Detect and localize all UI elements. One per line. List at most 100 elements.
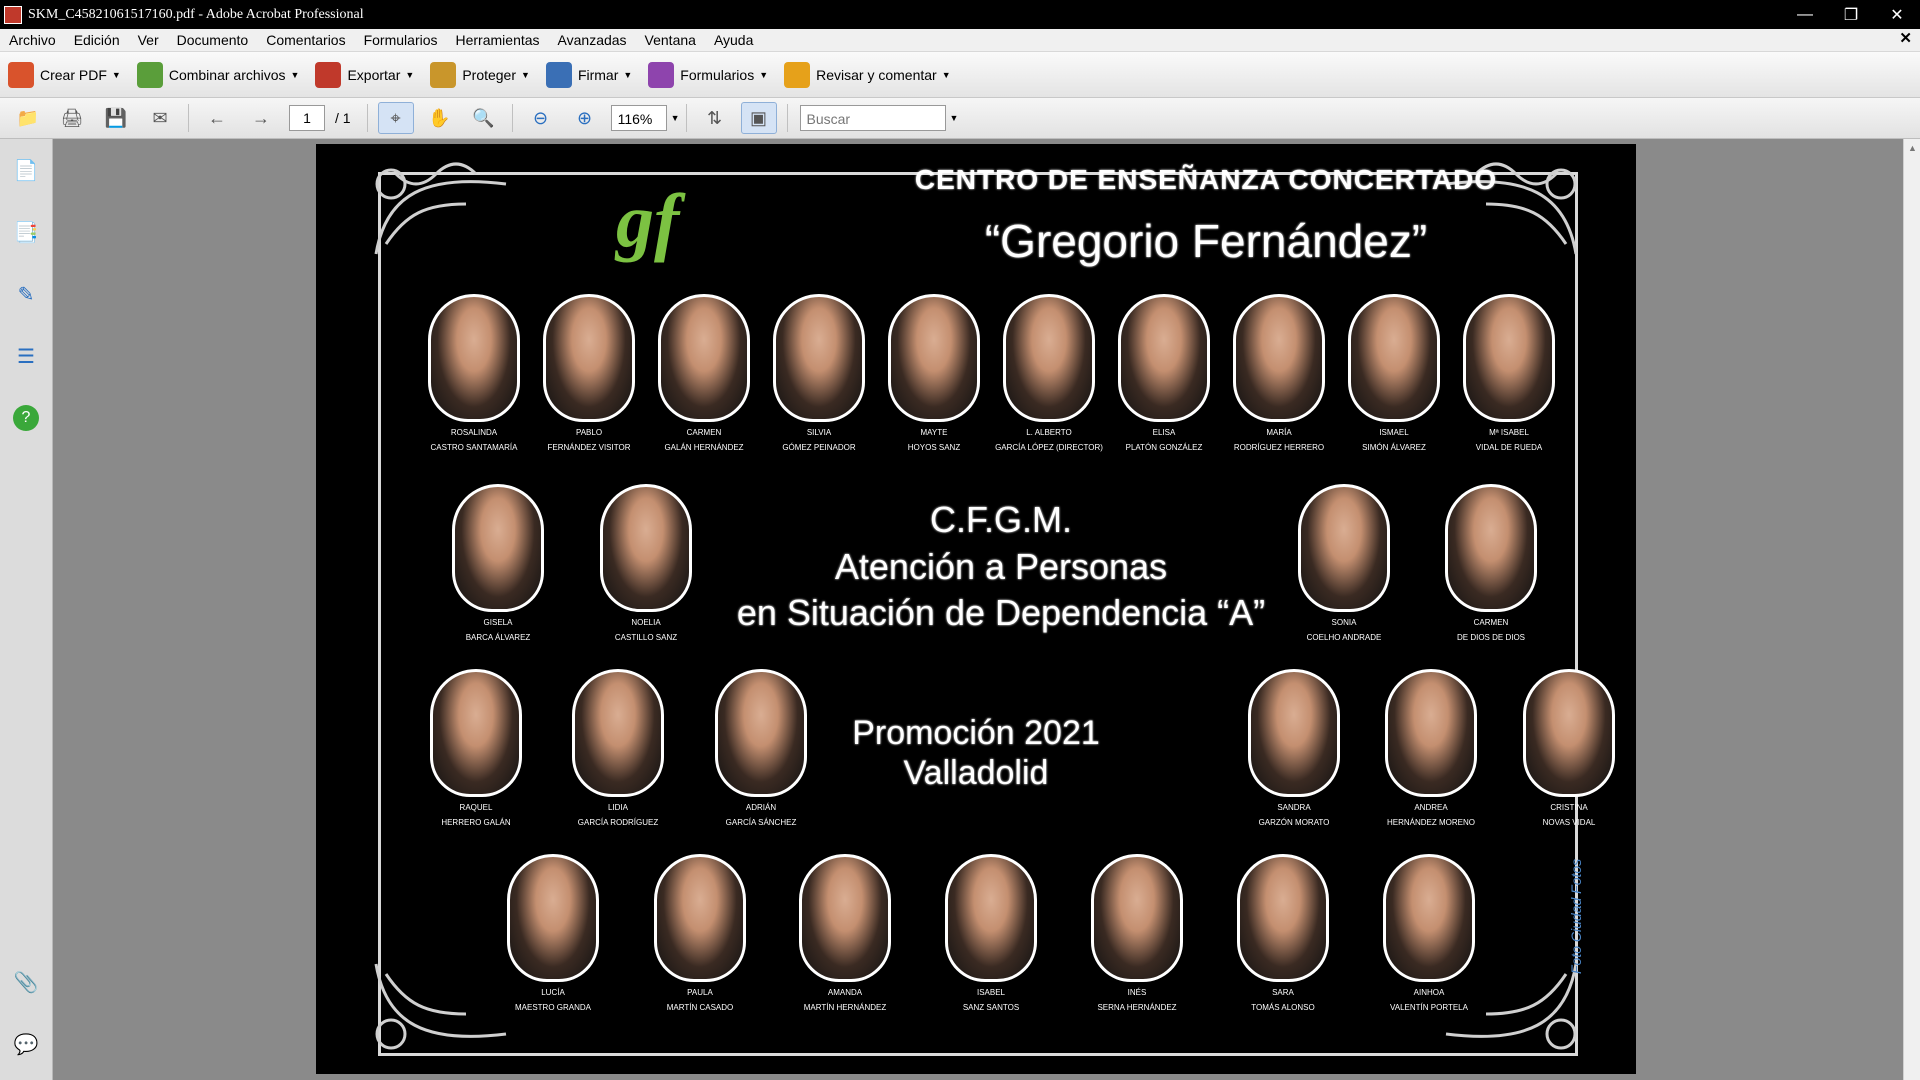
search-input[interactable]: Buscar — [799, 105, 946, 131]
bookmarks-panel-icon[interactable]: 📑 — [13, 219, 39, 245]
protect-label: Proteger — [462, 66, 517, 83]
portrait-first-name: Lucía — [541, 988, 565, 997]
portrait-last-name: HOYOS SANZ — [907, 443, 961, 452]
model-tree-icon[interactable]: ☰ — [13, 343, 39, 369]
portrait-photo — [572, 669, 664, 797]
minimize-button[interactable]: — — [1782, 0, 1828, 29]
create-pdf-button[interactable]: Crear PDF ▼ — [0, 55, 129, 95]
forms-label: Formularios — [680, 66, 755, 83]
pages-panel-icon[interactable]: 📄 — [13, 157, 39, 183]
school-name: “Gregorio Fernández” — [984, 215, 1428, 267]
page-number-input[interactable]: 1 — [289, 105, 325, 131]
sign-button[interactable]: Firmar ▼ — [538, 55, 640, 95]
portrait-last-name: TOMÁS ALONSO — [1251, 1003, 1315, 1012]
protect-button[interactable]: Proteger ▼ — [422, 55, 538, 95]
portrait-last-name: BARCA ÁLVAREZ — [465, 633, 531, 642]
menu-comentarios[interactable]: Comentarios — [257, 29, 354, 51]
export-label: Exportar — [347, 66, 401, 83]
open-folder-icon[interactable]: 📁 — [10, 102, 46, 134]
portrait-photo — [888, 294, 980, 422]
ornament-bottom-left — [374, 963, 507, 1050]
menu-avanzadas[interactable]: Avanzadas — [549, 29, 636, 51]
portrait-student: Inés SERNA HERNÁNDEZ — [1082, 854, 1192, 1012]
portrait-first-name: Rosalinda — [450, 428, 498, 437]
navigation-toolbar: 📁 🖨 💾 ✉ ← → 1 / 1 ⌖ ✋ 🔍 ⊖ ⊕ 116% ▼ ⇅ ▣ B… — [0, 98, 1920, 139]
search-dropdown-icon[interactable]: ▼ — [950, 113, 959, 123]
portrait-first-name: Mª Isabel — [1489, 428, 1529, 437]
help-icon[interactable]: ? — [13, 405, 39, 431]
portrait-photo — [430, 669, 522, 797]
combine-files-button[interactable]: Combinar archivos ▼ — [129, 55, 308, 95]
create-pdf-label: Crear PDF — [40, 66, 107, 83]
portrait-teacher: Ismael SIMÓN ÁLVAREZ — [1339, 294, 1449, 452]
chevron-down-icon: ▼ — [405, 69, 415, 80]
document-close-icon[interactable]: ✕ — [1899, 29, 1912, 47]
portrait-last-name: GARCÍA SÁNCHEZ — [725, 818, 797, 827]
portrait-student: Sandra GARZÓN MORATO — [1239, 669, 1349, 827]
portrait-student: Isabel SANZ SANTOS — [936, 854, 1046, 1012]
portrait-last-name: PLATÓN GONZÁLEZ — [1125, 443, 1203, 452]
zoom-level-input[interactable]: 116% — [610, 105, 667, 131]
next-page-icon[interactable]: → — [243, 102, 279, 134]
comments-panel-icon[interactable]: 💬 — [13, 1031, 39, 1057]
portrait-photo — [1523, 669, 1615, 797]
combine-files-icon — [136, 61, 163, 88]
save-icon[interactable]: 💾 — [98, 102, 134, 134]
review-comment-button[interactable]: Revisar y comentar ▼ — [776, 55, 959, 95]
portrait-student: Paula MARTÍN CASADO — [645, 854, 755, 1012]
page-total: / 1 — [335, 110, 351, 126]
print-icon[interactable]: 🖨 — [54, 102, 90, 134]
menu-edicion[interactable]: Edición — [65, 29, 129, 51]
portrait-last-name: CASTRO SANTAMARÍA — [430, 443, 518, 452]
portrait-photo — [428, 294, 520, 422]
portrait-first-name: Cristina — [1550, 803, 1588, 812]
portrait-last-name: GALÁN HERNÁNDEZ — [664, 443, 744, 452]
portrait-photo — [1463, 294, 1555, 422]
portrait-student: Raquel HERRERO GALÁN — [421, 669, 531, 827]
portrait-student: Noelia CASTILLO SANZ — [591, 484, 701, 642]
select-tool-icon[interactable]: ⌖ — [377, 102, 414, 134]
scroll-up-icon[interactable]: ▲ — [1904, 143, 1920, 153]
portrait-photo — [799, 854, 891, 982]
portrait-first-name: Raquel — [459, 803, 493, 812]
menu-ventana[interactable]: Ventana — [636, 29, 705, 51]
portrait-photo — [945, 854, 1037, 982]
portrait-last-name: GARCÍA RODRÍGUEZ — [577, 818, 659, 827]
separator — [188, 104, 189, 132]
menu-ayuda[interactable]: Ayuda — [705, 29, 762, 51]
portrait-first-name: Paula — [687, 988, 713, 997]
previous-page-icon[interactable]: ← — [199, 102, 235, 134]
marquee-zoom-icon[interactable]: 🔍 — [466, 102, 502, 134]
close-button[interactable]: ✕ — [1874, 0, 1920, 29]
fit-width-icon[interactable]: ⇅ — [697, 102, 733, 134]
fit-page-icon[interactable]: ▣ — [740, 102, 777, 134]
signatures-panel-icon[interactable]: ✎ — [13, 281, 39, 307]
email-icon[interactable]: ✉ — [142, 102, 178, 134]
portrait-first-name: María — [1266, 428, 1292, 437]
menu-documento[interactable]: Documento — [168, 29, 258, 51]
maximize-button[interactable]: ❐ — [1828, 0, 1874, 29]
zoom-in-icon[interactable]: ⊕ — [567, 102, 603, 134]
portrait-first-name: Elisa — [1152, 428, 1176, 437]
forms-button[interactable]: Formularios ▼ — [640, 55, 776, 95]
attachments-icon[interactable]: 📎 — [13, 969, 39, 995]
vertical-scrollbar[interactable]: ▲ — [1903, 139, 1920, 1080]
menu-herramientas[interactable]: Herramientas — [447, 29, 549, 51]
portrait-first-name: Sonia — [1331, 618, 1357, 627]
hand-tool-icon[interactable]: ✋ — [422, 102, 458, 134]
portrait-student: Amanda MARTÍN HERNÁNDEZ — [790, 854, 900, 1012]
export-button[interactable]: Exportar ▼ — [307, 55, 422, 95]
menu-archivo[interactable]: Archivo — [0, 29, 65, 51]
portrait-photo — [507, 854, 599, 982]
portrait-photo — [1348, 294, 1440, 422]
separator — [786, 104, 788, 132]
portrait-student: Carmen DE DIOS DE DIOS — [1436, 484, 1546, 642]
review-comment-label: Revisar y comentar — [816, 66, 937, 83]
export-icon — [315, 61, 342, 88]
zoom-dropdown-icon[interactable]: ▼ — [671, 113, 680, 123]
menu-formularios[interactable]: Formularios — [355, 29, 447, 51]
portrait-student: Ainhoa VALENTÍN PORTELA — [1374, 854, 1484, 1012]
portrait-last-name: HERRERO GALÁN — [441, 818, 511, 827]
zoom-out-icon[interactable]: ⊖ — [523, 102, 559, 134]
menu-ver[interactable]: Ver — [129, 29, 168, 51]
